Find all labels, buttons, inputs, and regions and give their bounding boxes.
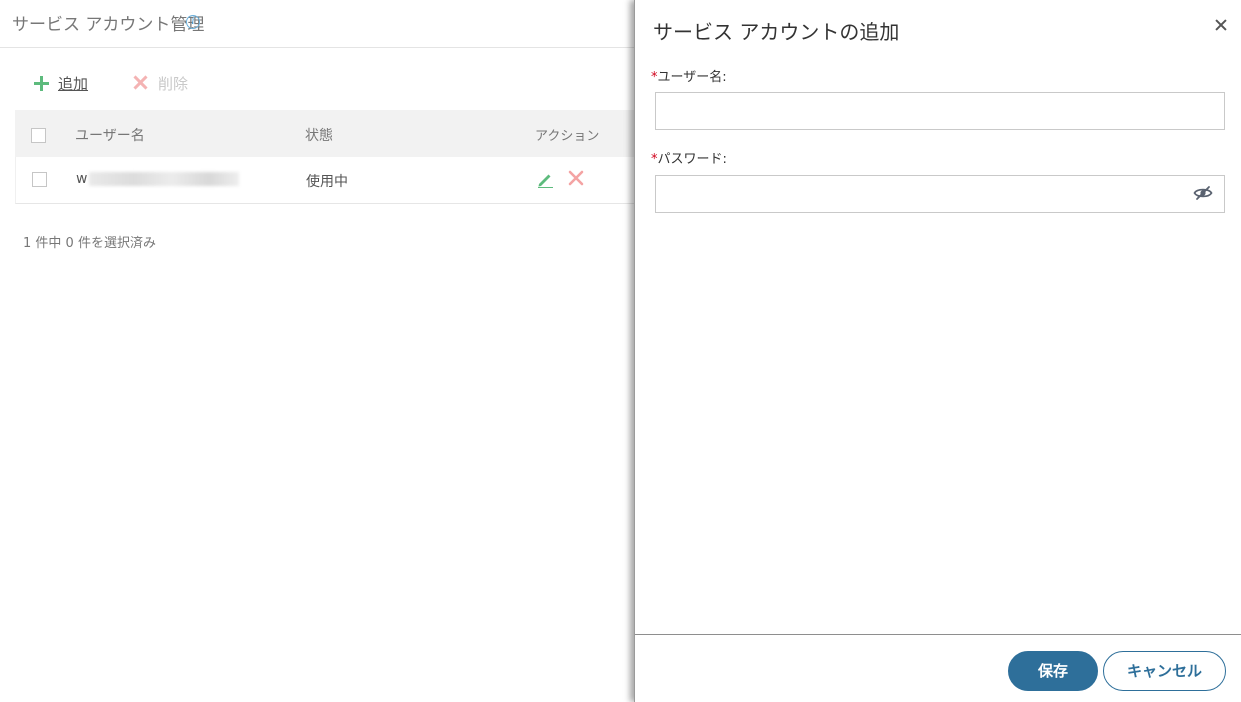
drawer-footer: 保存 キャンセル (635, 634, 1241, 702)
column-header-status[interactable]: 状態 (305, 125, 333, 145)
page-header: サービス アカウント管理 i (0, 0, 640, 48)
password-input[interactable] (655, 175, 1225, 213)
row-status: 使用中 (306, 174, 348, 190)
username-input[interactable] (655, 92, 1225, 130)
page-title: サービス アカウント管理 (12, 15, 205, 35)
edit-pencil-icon[interactable] (536, 170, 554, 188)
eye-slash-icon[interactable] (1193, 185, 1213, 201)
password-label-text: パスワード: (657, 152, 727, 167)
table-header: ユーザー名 状態 アクション (15, 110, 640, 157)
row-username-prefix: w (76, 171, 88, 187)
delete-x-icon (132, 74, 148, 90)
delete-button-label: 削除 (158, 75, 189, 93)
select-all-checkbox[interactable] (31, 128, 46, 143)
column-header-username[interactable]: ユーザー名 (75, 125, 145, 145)
add-button-label: 追加 (58, 75, 89, 93)
drawer-title: サービス アカウントの追加 (653, 20, 900, 44)
info-icon[interactable]: i (186, 15, 200, 29)
password-label: *パスワード: (651, 148, 727, 167)
accounts-table: ユーザー名 状態 アクション w 使用中 (15, 110, 640, 204)
column-header-actions: アクション (535, 129, 600, 144)
plus-icon (34, 76, 49, 91)
save-button[interactable]: 保存 (1008, 651, 1098, 691)
row-delete-x-icon[interactable] (568, 170, 584, 186)
table-row[interactable]: w 使用中 (15, 157, 640, 204)
selection-count: 1 件中 0 件を選択済み (23, 236, 156, 251)
add-service-account-drawer: サービス アカウントの追加 *ユーザー名: *パスワード: 保存 キャンセル (634, 0, 1241, 702)
username-label-text: ユーザー名: (657, 70, 727, 85)
cancel-button[interactable]: キャンセル (1103, 651, 1226, 691)
row-checkbox[interactable] (32, 172, 47, 187)
username-label: *ユーザー名: (651, 66, 727, 85)
redacted-username (89, 172, 240, 186)
row-username: w (76, 171, 240, 187)
close-icon[interactable] (1210, 14, 1232, 36)
